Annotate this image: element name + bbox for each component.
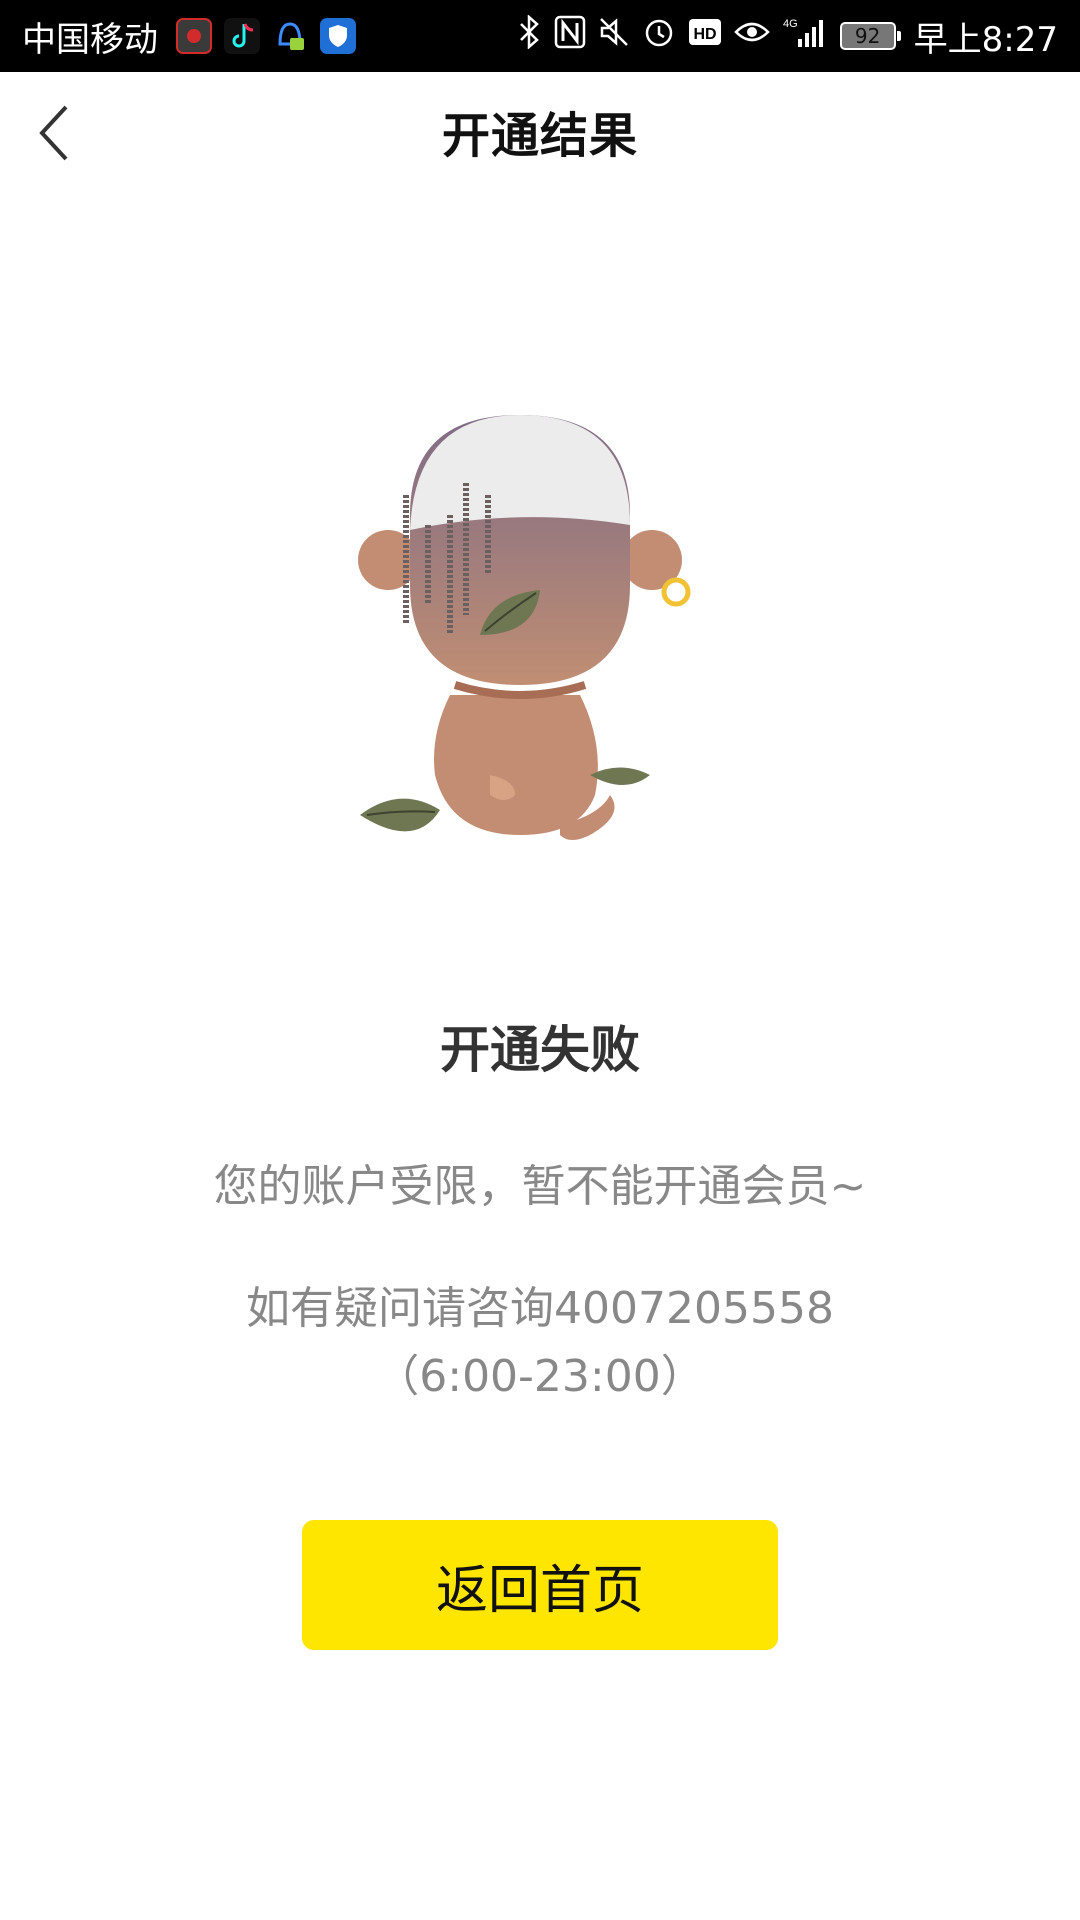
clock-time: 早上8:27 (913, 19, 1058, 60)
eye-icon (733, 16, 770, 56)
status-right: HD 4G 92 早上8:27 (516, 12, 1058, 61)
tiktok-icon (224, 18, 260, 54)
battery-icon: 92 (839, 22, 901, 50)
alarm-icon (642, 15, 676, 58)
bluetooth-icon (516, 14, 542, 57)
chevron-left-icon (39, 105, 68, 161)
status-bar: 中国移动 HD 4G 92 早上8:27 (0, 0, 1080, 72)
return-home-button[interactable]: 返回首页 (302, 1520, 778, 1650)
result-message: 您的账户受限，暂不能开通会员~ (213, 1161, 867, 1212)
signal-4g-icon: 4G (782, 15, 828, 58)
hd-icon: HD (688, 16, 722, 56)
mute-icon (598, 15, 630, 58)
status-left: 中国移动 (22, 12, 356, 61)
dejected-character-illustration (340, 395, 740, 875)
header: 开通结果 (0, 72, 1080, 190)
svg-text:4G: 4G (783, 18, 798, 30)
qq-icon (272, 18, 308, 54)
shield-icon (320, 18, 356, 54)
back-button[interactable] (24, 98, 84, 168)
result-title: 开通失败 (440, 1021, 640, 1079)
contact-info: 如有疑问请咨询4007205558（6:00-23:00） (246, 1283, 834, 1402)
page-title: 开通结果 (441, 108, 638, 164)
nfc-icon (554, 15, 586, 58)
svg-text:HD: HD (693, 26, 716, 43)
weibo-icon (176, 18, 212, 54)
carrier-name: 中国移动 (22, 19, 158, 60)
